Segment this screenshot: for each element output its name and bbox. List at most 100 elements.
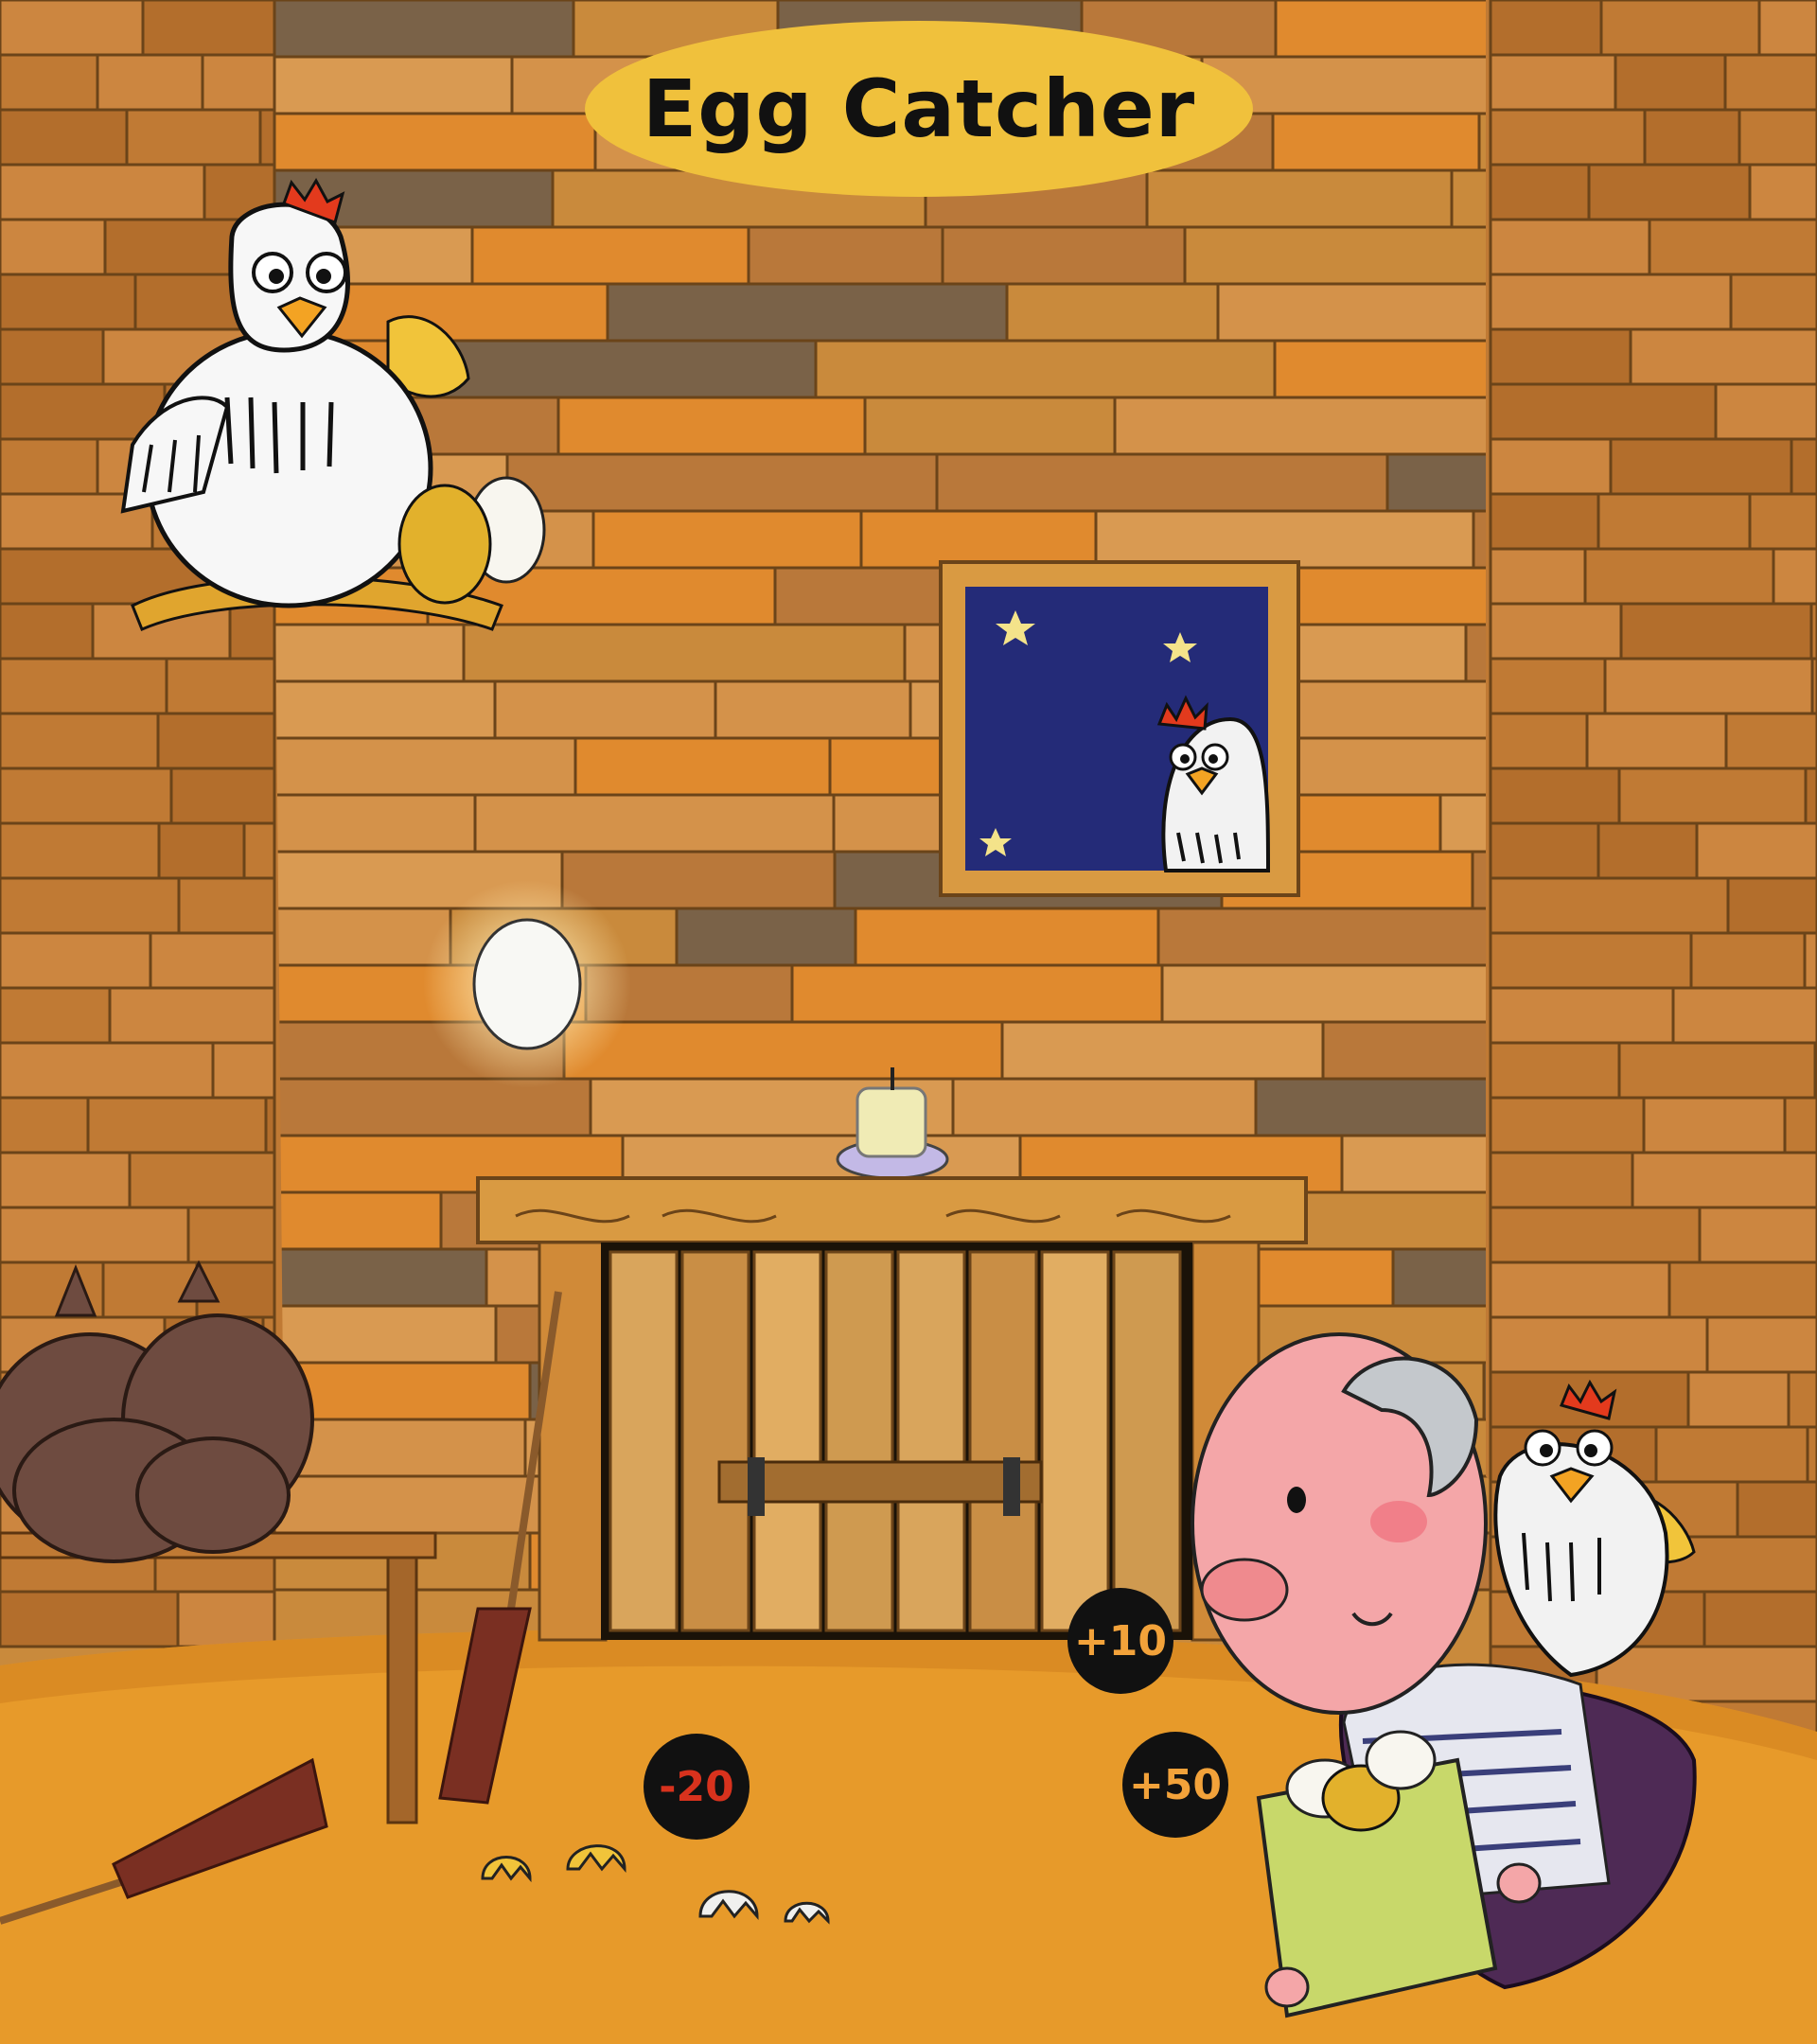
score-badge-label: +10	[1073, 1616, 1168, 1665]
wood-plank	[606, 282, 1009, 343]
wood-plank	[1736, 1480, 1817, 1539]
wood-plank	[1450, 168, 1492, 229]
wood-plank	[747, 225, 944, 286]
wood-plank	[1489, 218, 1651, 276]
wood-plank	[0, 1041, 215, 1100]
wood-plank	[1723, 53, 1817, 112]
wood-plank	[1748, 163, 1817, 221]
wood-plank	[470, 225, 750, 286]
wood-plank	[560, 850, 837, 910]
score-badge-label: +50	[1128, 1760, 1223, 1809]
wood-plank	[1489, 1315, 1709, 1374]
wood-plank	[1587, 163, 1752, 221]
wood-plank	[1772, 547, 1817, 606]
wood-plank	[1783, 1096, 1817, 1154]
wood-plank	[896, 1250, 966, 1632]
wood-plank	[493, 679, 717, 740]
score-badge-minus-20: -20	[644, 1734, 750, 1840]
wood-plank	[1748, 492, 1817, 551]
wood-plank	[1714, 382, 1817, 441]
barn-scene	[0, 0, 1817, 2044]
wood-plank	[258, 108, 276, 167]
wood-plank	[1489, 766, 1621, 825]
wood-plank	[128, 1151, 276, 1209]
wood-plank	[1438, 793, 1492, 854]
wood-plank	[556, 396, 867, 456]
wood-plank	[859, 509, 1098, 570]
wood-plank	[108, 986, 276, 1045]
wood-plank	[968, 1250, 1038, 1632]
wood-plank	[714, 679, 912, 740]
wood-plank	[1040, 1250, 1110, 1632]
wood-plank	[1094, 509, 1475, 570]
wood-plank	[1787, 1370, 1817, 1429]
wood-plank	[1629, 327, 1817, 386]
wood-plank	[101, 1260, 199, 1319]
wood-plank	[177, 876, 276, 935]
wood-plank	[141, 0, 276, 57]
golden-egg-icon	[397, 484, 492, 605]
wood-plank	[1274, 0, 1492, 59]
wood-plank	[1489, 53, 1617, 112]
wood-plank	[96, 53, 204, 112]
wood-plank	[254, 736, 577, 797]
wood-plank	[156, 712, 276, 770]
wood-plank	[1489, 1096, 1646, 1154]
wood-plank	[1705, 1315, 1817, 1374]
wood-plank	[254, 1247, 488, 1308]
wood-plank	[473, 793, 836, 854]
game-scene: Egg Catcher +10 -20 +50	[0, 0, 1817, 2044]
wood-plank	[1489, 602, 1623, 661]
wood-plank	[1489, 547, 1587, 606]
wood-plank	[1585, 712, 1728, 770]
wood-plank	[1689, 931, 1807, 990]
wood-plank	[169, 766, 276, 825]
wood-plank	[1340, 1134, 1492, 1194]
wood-plank	[186, 1206, 276, 1264]
wood-plank	[941, 225, 1187, 286]
wood-plank	[1489, 163, 1591, 221]
wood-plank	[149, 931, 276, 990]
wood-plank	[254, 1190, 443, 1251]
wood-plank	[680, 1250, 750, 1632]
falling-egg	[423, 880, 631, 1088]
wood-plank	[1489, 492, 1600, 551]
wood-plank	[0, 986, 112, 1045]
wood-plank	[0, 766, 173, 825]
wood-plank	[752, 1250, 822, 1632]
wood-plank	[1596, 492, 1752, 551]
wood-plank	[0, 821, 161, 880]
wood-plank	[254, 793, 477, 854]
wood-plank	[1489, 1206, 1702, 1264]
wood-plank	[0, 273, 137, 331]
wood-plank	[562, 1020, 1004, 1081]
wood-plank	[176, 1590, 276, 1648]
wood-plank	[1385, 452, 1492, 513]
wood-plank	[254, 623, 466, 683]
wood-plank	[1489, 437, 1613, 496]
wood-plank	[0, 1096, 90, 1154]
wood-plank	[1686, 1370, 1791, 1429]
wood-plank	[1489, 273, 1733, 331]
wood-plank	[1810, 657, 1817, 715]
wood-plank	[863, 396, 1117, 456]
score-badge-plus-50: +50	[1122, 1732, 1228, 1838]
wood-plank	[1790, 437, 1817, 496]
wood-plank	[1489, 1260, 1671, 1319]
wood-plank	[0, 876, 181, 935]
wood-plank	[0, 0, 145, 57]
sack	[135, 1436, 291, 1554]
wood-plank	[1596, 821, 1699, 880]
barn-door	[476, 1176, 1308, 1642]
game-title: Egg Catcher	[642, 62, 1196, 155]
wood-plank	[1489, 382, 1718, 441]
wood-plank	[1489, 1041, 1621, 1100]
egg-icon	[472, 918, 582, 1050]
wood-plank	[254, 0, 575, 59]
wood-plank	[1724, 712, 1817, 770]
wood-plank	[1112, 1250, 1182, 1632]
wood-plank	[1216, 282, 1492, 343]
wood-plank	[814, 339, 1277, 399]
wood-plank	[1757, 0, 1817, 57]
wood-plank	[1603, 657, 1814, 715]
